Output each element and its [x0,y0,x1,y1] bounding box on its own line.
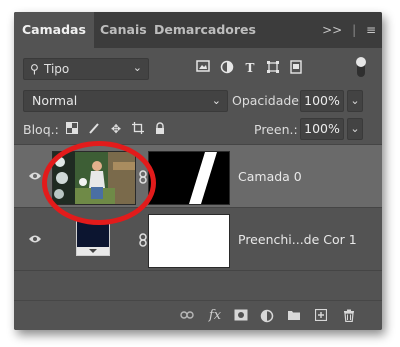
opacity-dropdown-button[interactable]: ⌄ [347,90,363,112]
adjustment-icon[interactable] [260,309,274,323]
folder-icon[interactable] [287,309,301,323]
link-icon[interactable] [180,309,194,323]
tab-demarcadores[interactable]: Demarcadores [146,12,264,48]
collapse-icon[interactable]: >> [322,23,342,37]
lock-all-icon[interactable] [153,122,167,136]
type-filter-icon[interactable]: T [242,60,258,76]
layers-panel-footer: fx [14,300,382,330]
fill-label: Preen.: [254,122,298,137]
layer-mask-thumbnail[interactable] [148,214,230,268]
layer-filter-select[interactable]: ⚲ Tipo ⌄ [23,58,149,80]
lock-position-icon[interactable]: ✥ [109,122,123,136]
blend-mode-value: Normal [32,93,78,108]
filter-toggle-switch[interactable] [356,57,366,77]
chevron-down-icon: ⌄ [132,61,142,74]
lock-transparent-pixels-icon[interactable] [65,122,79,136]
eye-icon[interactable] [28,171,42,181]
highlight-circle-annotation [42,141,156,225]
layer-name[interactable]: Camada 0 [238,169,302,184]
tab-camadas[interactable]: Camadas [14,12,94,48]
filter-type-label: Tipo [44,62,70,76]
opacity-input[interactable]: 100% [300,90,344,112]
lock-label: Bloq.: [23,122,59,137]
shape-filter-icon[interactable] [265,60,281,76]
fx-icon[interactable]: fx [208,309,222,323]
panel-menu-icon[interactable]: ≡ [366,23,376,37]
fill-input[interactable]: 100% [300,118,344,140]
new-layer-icon[interactable] [314,308,328,323]
search-icon: ⚲ [30,62,39,76]
fill-layer-thumbnail[interactable] [76,220,110,256]
toggle-knob [356,57,366,67]
opacity-label: Opacidade: [232,93,304,108]
blend-mode-select[interactable]: Normal ⌄ [23,90,228,112]
lock-artboard-icon[interactable] [131,122,145,136]
layer-mask-thumbnail[interactable] [148,151,230,205]
panel-menu-area: >> | ≡ [322,23,376,37]
layer-name[interactable]: Preenchi...de Cor 1 [238,232,357,247]
eye-icon[interactable] [28,234,42,244]
lock-image-pixels-icon[interactable] [87,122,101,136]
panel-tab-bar: Camadas Canais Demarcadores >> | ≡ [14,12,382,48]
chevron-down-icon: ⌄ [211,94,221,107]
mask-icon[interactable] [234,309,248,323]
image-filter-icon[interactable] [195,60,211,76]
adjustment-filter-icon[interactable] [219,60,235,76]
smart-object-filter-icon[interactable] [288,60,304,76]
trash-icon[interactable] [342,309,356,323]
chain-link-icon[interactable] [138,232,148,247]
fill-dropdown-button[interactable]: ⌄ [347,118,363,140]
